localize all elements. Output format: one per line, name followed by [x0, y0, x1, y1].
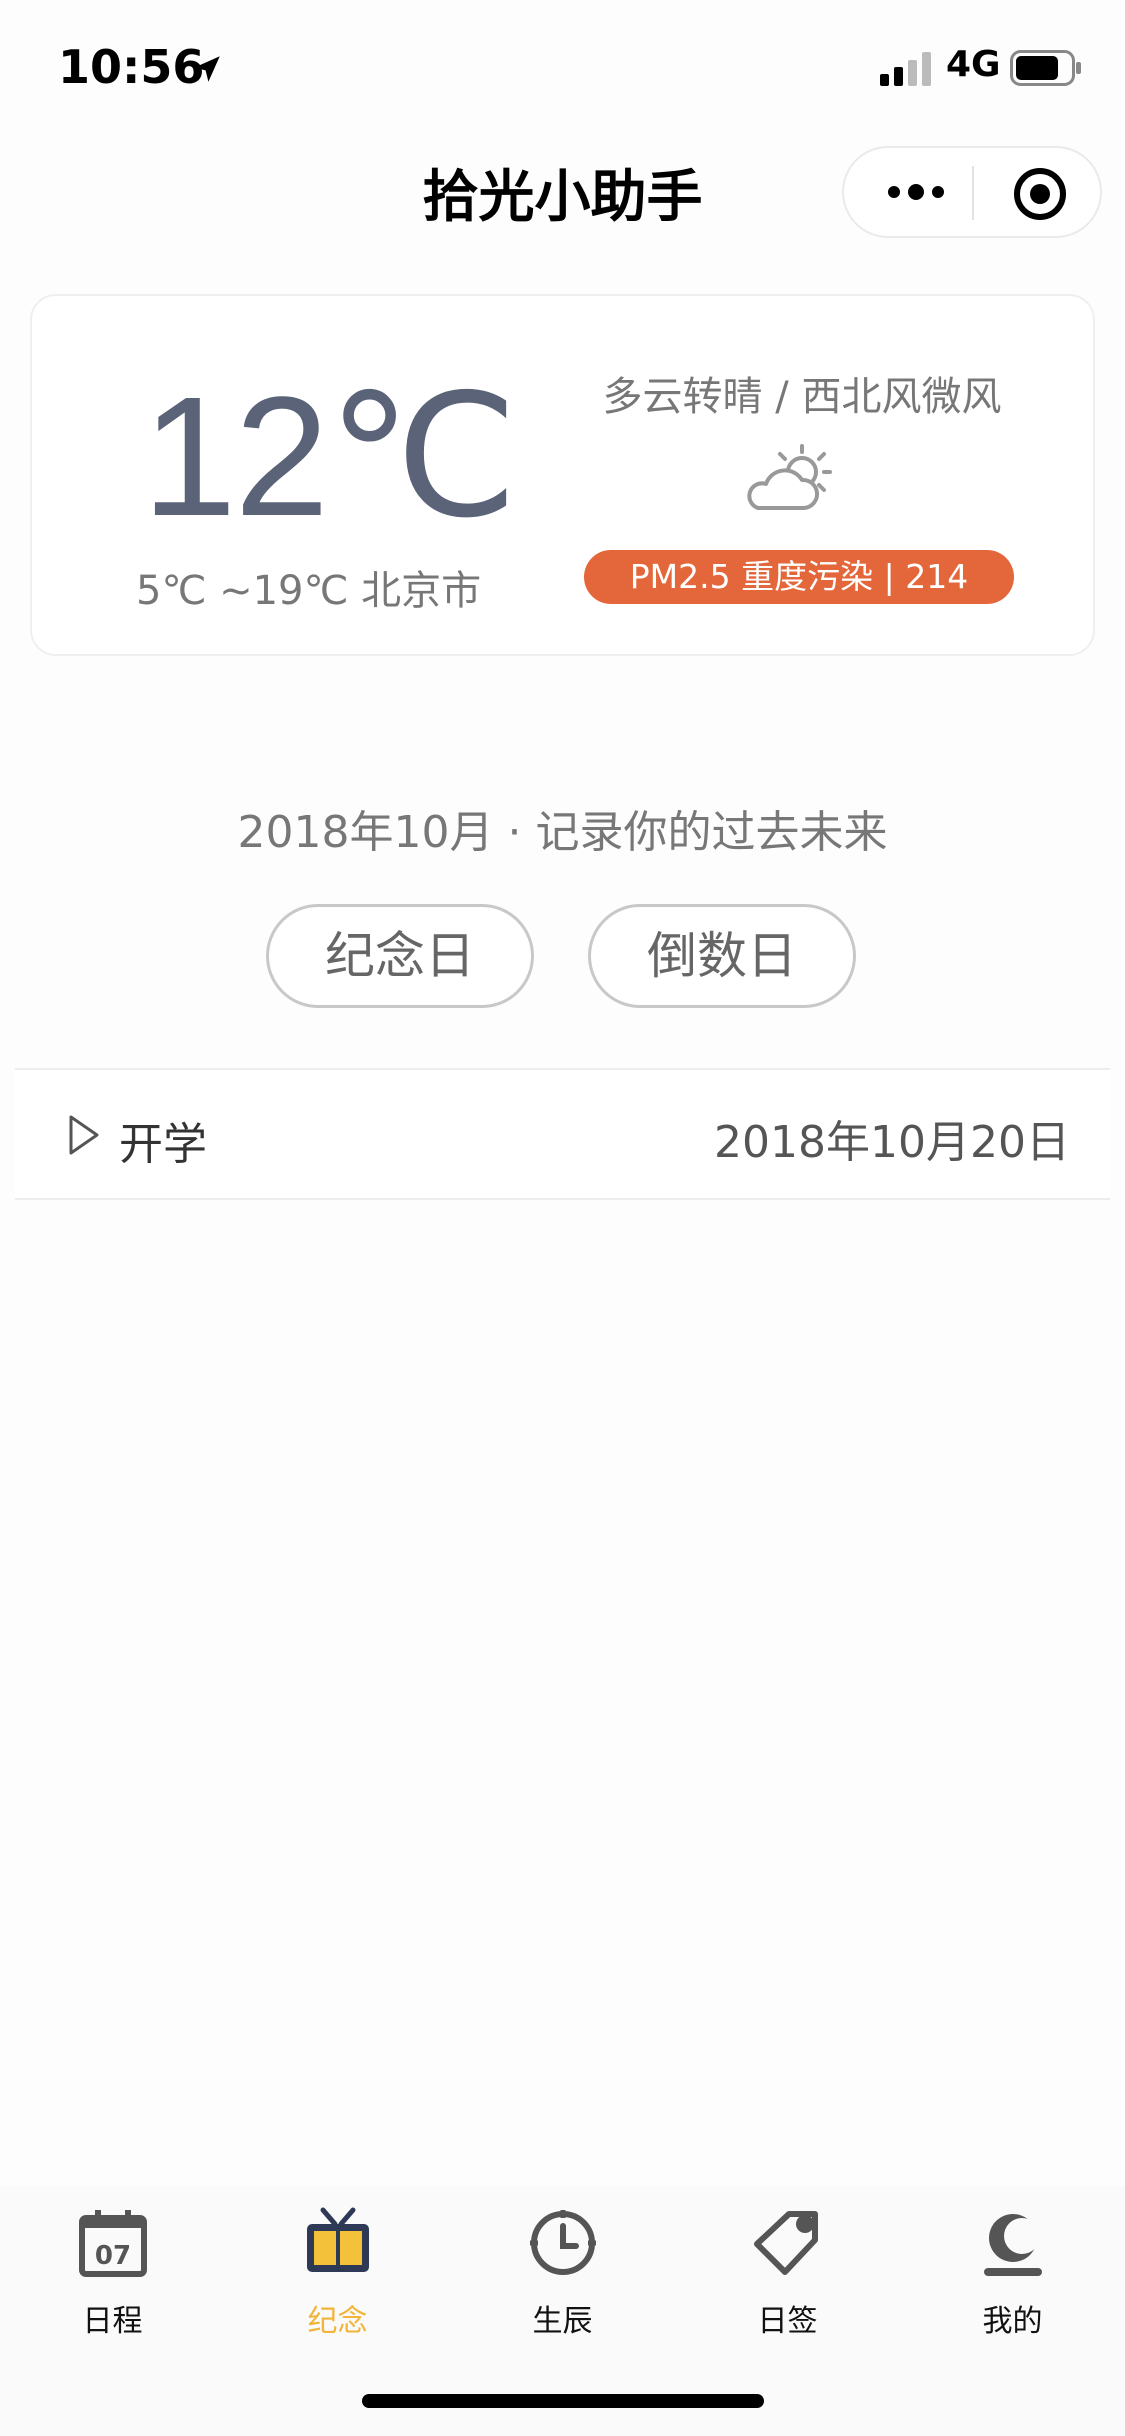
weather-description: 多云转晴 / 西北风微风	[602, 374, 1002, 420]
tab-birthday[interactable]: 生辰	[450, 2206, 675, 2356]
calendar-icon-day: 07	[95, 2241, 131, 2271]
anniversary-button[interactable]: 纪念日	[266, 904, 534, 1008]
month-heading: 2018年10月 · 记录你的过去未来	[237, 807, 888, 858]
status-time: 10:56	[58, 40, 205, 94]
play-triangle-icon	[69, 1115, 99, 1155]
signal-icon	[880, 52, 931, 86]
list-item[interactable]: 开学 2018年10月20日	[15, 1068, 1110, 1200]
tab-mine[interactable]: 我的	[900, 2206, 1125, 2356]
capsule-divider	[972, 166, 974, 220]
list-item-title: 开学	[119, 1119, 207, 1170]
clock-icon	[530, 2210, 596, 2275]
countdown-button[interactable]: 倒数日	[588, 904, 856, 1008]
current-temperature: 12℃	[142, 362, 518, 552]
location-arrow-icon	[194, 56, 220, 82]
tag-icon	[754, 2211, 818, 2275]
tab-label: 日签	[757, 2304, 818, 2339]
profile-moon-icon	[984, 2214, 1042, 2276]
tab-label: 纪念	[307, 2304, 368, 2339]
partly-cloudy-icon	[747, 444, 832, 510]
list-item-date: 2018年10月20日	[714, 1117, 1070, 1168]
temperature-range-city: 5℃ ~19℃ 北京市	[136, 568, 482, 614]
anniversary-icon	[307, 2207, 369, 2272]
pm25-badge: PM2.5 重度污染 | 214	[584, 550, 1014, 604]
network-type: 4G	[946, 44, 1001, 85]
battery-icon	[1010, 50, 1081, 86]
tab-calendar[interactable]: 07 日程	[0, 2206, 225, 2356]
tab-label: 生辰	[532, 2304, 593, 2339]
tab-label: 日程	[82, 2304, 143, 2339]
miniprogram-capsule	[842, 146, 1102, 238]
home-indicator[interactable]	[362, 2394, 764, 2408]
tab-label: 我的	[982, 2304, 1043, 2339]
weather-card: 12℃ 5℃ ~19℃ 北京市 多云转晴 / 西北风微风 PM2.5 重度污染 …	[30, 294, 1095, 656]
more-icon[interactable]	[884, 172, 948, 212]
tab-anniversary[interactable]: 纪念	[225, 2206, 450, 2356]
calendar-icon: 07	[79, 2210, 147, 2277]
tab-checkin[interactable]: 日签	[675, 2206, 900, 2356]
close-target-icon[interactable]	[1012, 166, 1068, 222]
